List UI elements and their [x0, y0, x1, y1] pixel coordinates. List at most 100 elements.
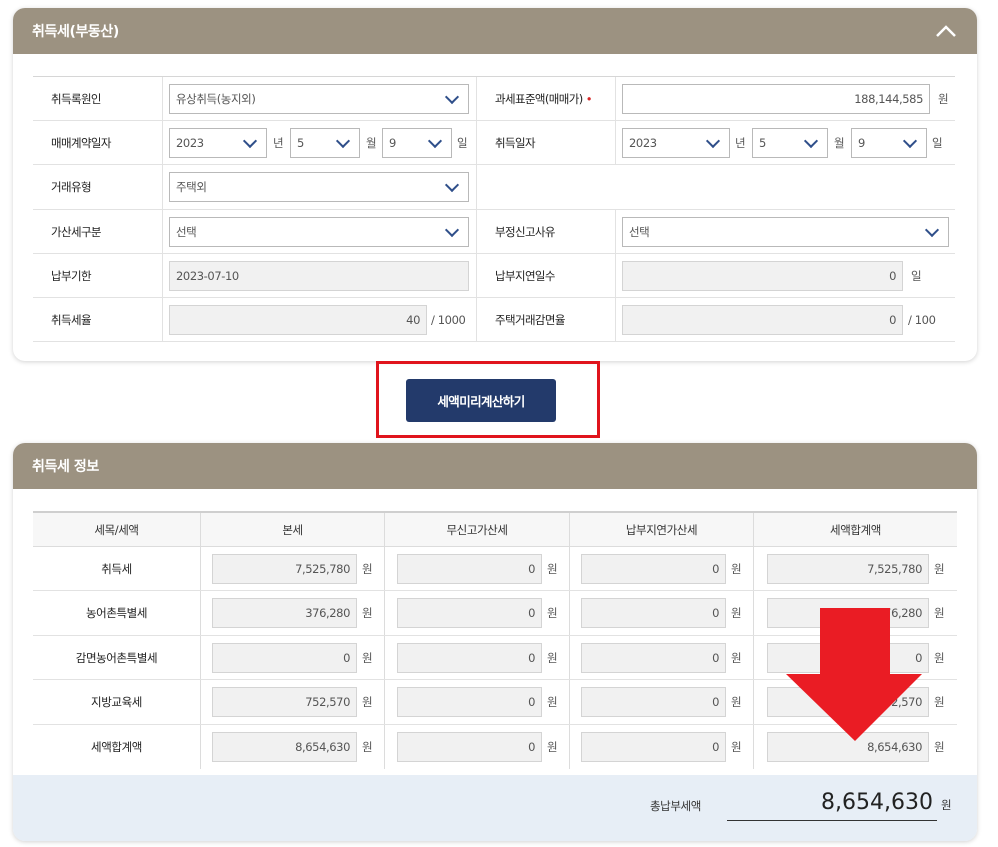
- acq-day-select[interactable]: 9: [851, 128, 927, 159]
- acq-year-unit: 년: [735, 136, 746, 151]
- no-report-value: 0: [397, 554, 542, 584]
- red-down-arrow-icon: [786, 608, 922, 741]
- late-value: 0: [581, 731, 726, 762]
- late-value: 0: [581, 598, 726, 629]
- late-days-unit: 일: [911, 268, 922, 283]
- housing-reduction-label: 주택거래감면율: [495, 312, 565, 327]
- unit-label: 원: [362, 695, 373, 710]
- col-header-total: 세액합계액: [830, 523, 881, 537]
- form-row-due: 납부기한 2023-07-10 납부지연일수 0 일: [33, 253, 955, 298]
- base-tax-value: 0: [212, 642, 357, 673]
- no-report-value: 0: [397, 642, 542, 673]
- unit-label: 원: [731, 650, 742, 665]
- total-payment-unit: 원: [941, 798, 952, 812]
- reg-cause-select[interactable]: 유상취득(농지외): [169, 84, 469, 114]
- info-panel-header: 취득세 정보: [13, 443, 977, 489]
- contract-month-select[interactable]: 5: [290, 128, 360, 159]
- unit-label: 원: [934, 739, 945, 754]
- row-label: 취득세: [101, 562, 132, 576]
- row-label: 감면농어촌특별세: [75, 650, 158, 665]
- base-tax-value: 7,525,780: [212, 554, 357, 584]
- tax-base-label: 과세표준액(매매가) •: [495, 92, 592, 106]
- unit-label: 원: [934, 695, 945, 710]
- housing-reduction-field: 0: [622, 304, 903, 335]
- fraud-reason-select[interactable]: 선택: [622, 216, 949, 247]
- total-payment-value: 8,654,630: [727, 787, 937, 821]
- unit-label: 원: [362, 739, 373, 754]
- unit-label: 원: [547, 739, 558, 754]
- unit-label: 원: [547, 562, 558, 576]
- no-report-value: 0: [397, 731, 542, 762]
- tax-base-input[interactable]: 188,144,585: [622, 84, 930, 114]
- contract-day-unit: 일: [457, 136, 468, 151]
- col-header-late: 납부지연가산세: [625, 523, 698, 537]
- unit-label: 원: [934, 606, 945, 621]
- form-panel-header: 취득세(부동산): [13, 8, 977, 54]
- calculate-tax-button[interactable]: 세액미리계산하기: [406, 379, 556, 422]
- acquisition-tax-form-panel: 취득세(부동산) 취득록원인 유상취득(농지외) 과세표준액(매매가) • 18…: [13, 8, 977, 361]
- contract-day-select[interactable]: 9: [382, 128, 452, 159]
- unit-label: 원: [547, 606, 558, 621]
- late-value: 0: [581, 554, 726, 584]
- reg-cause-label: 취득록원인: [51, 92, 102, 106]
- late-value: 0: [581, 642, 726, 673]
- due-date-field: 2023-07-10: [169, 260, 469, 291]
- info-panel-title: 취득세 정보: [32, 459, 99, 475]
- unit-label: 원: [547, 695, 558, 710]
- tax-rate-label: 취득세율: [51, 312, 92, 327]
- base-tax-value: 8,654,630: [212, 731, 357, 762]
- late-days-field: 0: [622, 260, 903, 291]
- acq-date-label: 취득일자: [495, 136, 536, 151]
- table-row: 취득세 7,525,780 원 0 원 0 원 7,525,780 원: [33, 547, 957, 592]
- due-date-label: 납부기한: [51, 268, 92, 283]
- row-label: 농어촌특별세: [85, 606, 148, 621]
- acq-month-unit: 월: [834, 136, 845, 151]
- form-row-trade-type: 거래유형 주택외: [33, 165, 955, 210]
- row-label: 지방교육세: [91, 695, 142, 710]
- unit-label: 원: [934, 562, 945, 576]
- unit-label: 원: [731, 695, 742, 710]
- chevron-up-icon[interactable]: [933, 19, 959, 43]
- unit-label: 원: [934, 650, 945, 665]
- housing-reduction-unit: / 100: [908, 312, 936, 327]
- col-header-no-report: 무신고가산세: [446, 523, 508, 537]
- total-value-cell: 7,525,780: [767, 554, 929, 584]
- tax-base-unit: 원: [938, 92, 949, 106]
- trade-type-label: 거래유형: [51, 180, 92, 195]
- contract-date-label: 매매계약일자: [51, 136, 111, 151]
- tax-rate-unit: / 1000: [431, 312, 466, 327]
- form-row-rate: 취득세율 40 / 1000 주택거래감면율 0 / 100: [33, 297, 955, 343]
- total-payment-bar: 총납부세액 8,654,630 원: [13, 775, 977, 841]
- unit-label: 원: [731, 739, 742, 754]
- unit-label: 원: [362, 562, 373, 576]
- unit-label: 원: [731, 562, 742, 576]
- surcharge-label: 가산세구분: [51, 224, 102, 239]
- contract-year-select[interactable]: 2023: [169, 128, 267, 159]
- no-report-value: 0: [397, 598, 542, 629]
- trade-type-select[interactable]: 주택외: [169, 172, 469, 203]
- contract-month-unit: 월: [366, 136, 377, 151]
- unit-label: 원: [547, 650, 558, 665]
- row-label: 세액합계액: [91, 739, 142, 754]
- form-row-dates: 매매계약일자 2023 년 5 월 9 일 취득일자 2023 년 5 월 9 …: [33, 121, 955, 166]
- col-header-base: 본세: [282, 523, 303, 537]
- col-header-item: 세목/세액: [94, 523, 139, 537]
- contract-year-unit: 년: [273, 136, 284, 151]
- late-value: 0: [581, 687, 726, 718]
- base-tax-value: 752,570: [212, 687, 357, 718]
- acq-day-unit: 일: [932, 136, 943, 151]
- late-days-label: 납부지연일수: [495, 268, 555, 283]
- unit-label: 원: [362, 606, 373, 621]
- unit-label: 원: [362, 650, 373, 665]
- table-header: 세목/세액 본세 무신고가산세 납부지연가산세 세액합계액: [33, 513, 957, 547]
- surcharge-select[interactable]: 선택: [169, 216, 469, 247]
- fraud-reason-label: 부정신고사유: [495, 224, 555, 239]
- total-payment-label: 총납부세액: [650, 799, 701, 813]
- acq-year-select[interactable]: 2023: [622, 128, 730, 159]
- form-row-surcharge: 가산세구분 선택 부정신고사유 선택: [33, 209, 955, 254]
- base-tax-value: 376,280: [212, 598, 357, 629]
- acq-month-select[interactable]: 5: [752, 128, 828, 159]
- unit-label: 원: [731, 606, 742, 621]
- tax-rate-field: 40: [169, 304, 427, 335]
- form-panel-title: 취득세(부동산): [32, 24, 119, 40]
